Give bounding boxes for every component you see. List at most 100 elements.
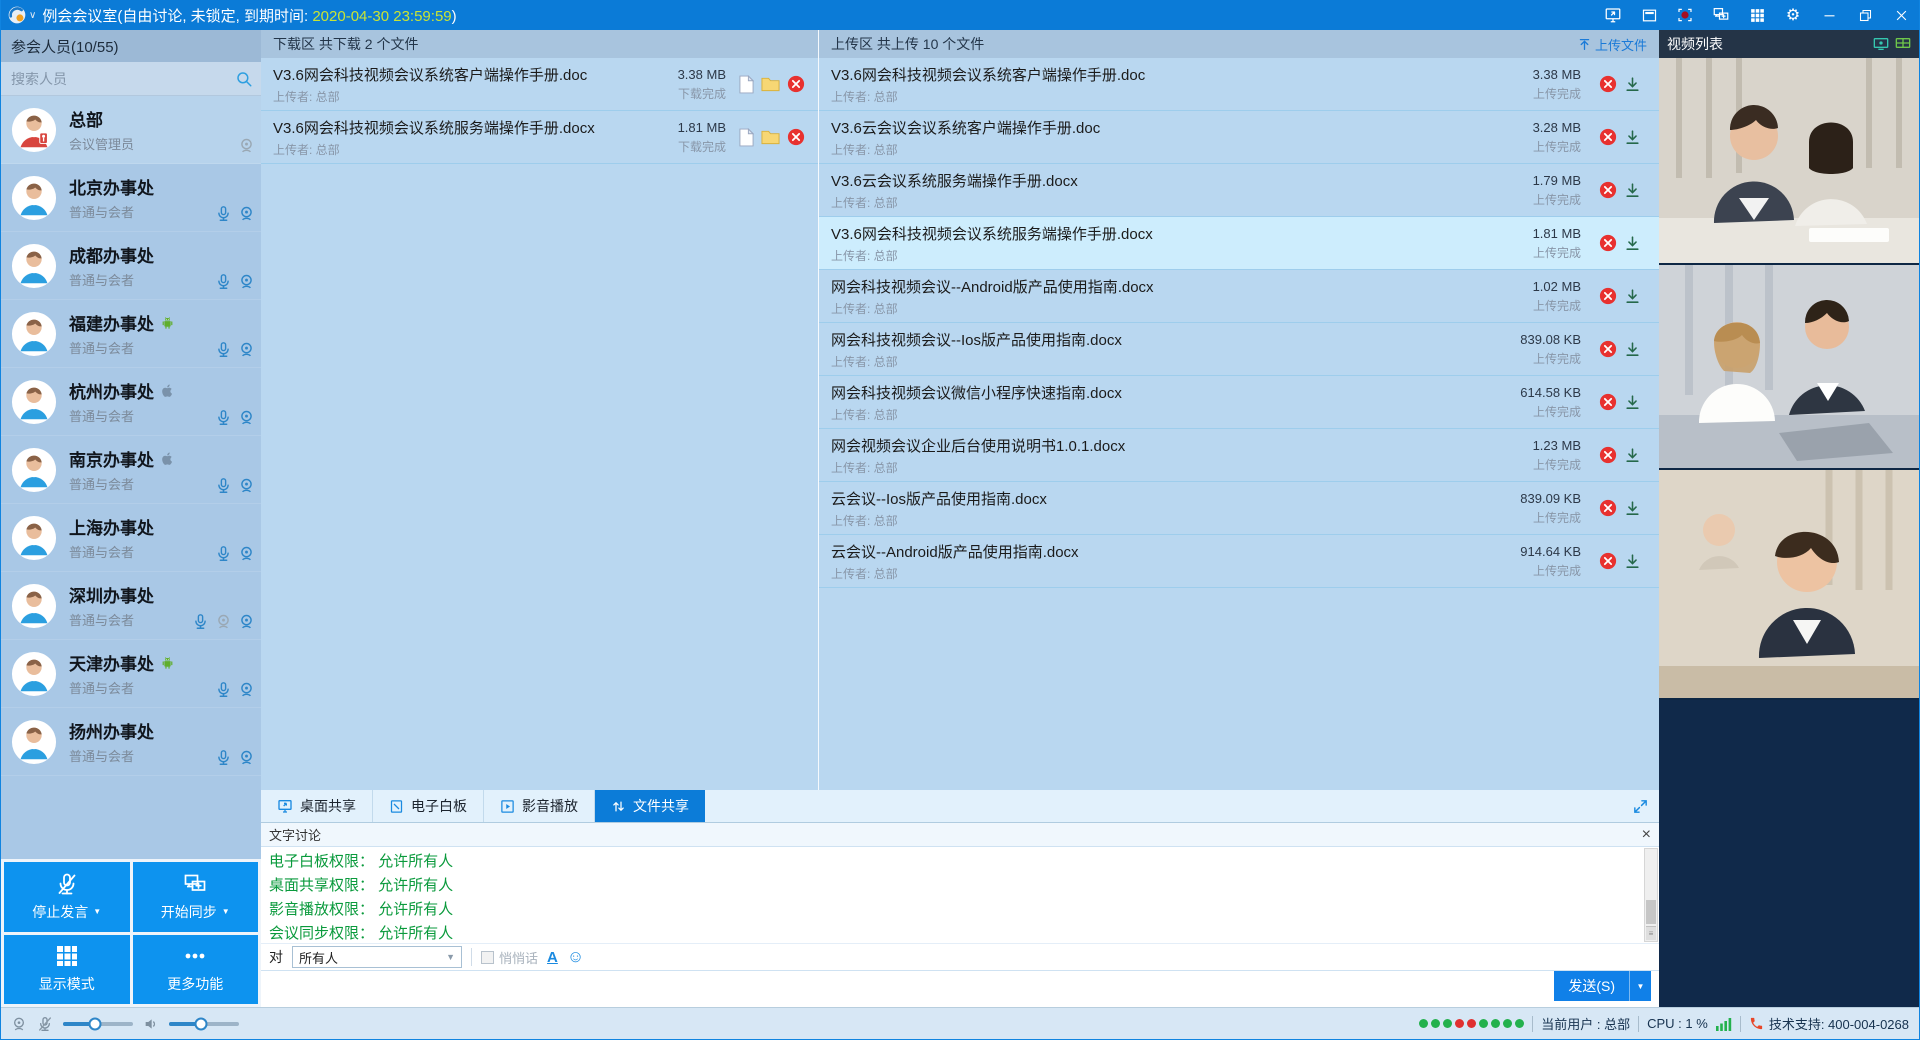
webcam-icon[interactable] <box>238 477 255 494</box>
sync-screens-icon[interactable] <box>1703 0 1739 30</box>
participant-row[interactable]: 南京办事处 普通与会者 <box>1 436 261 504</box>
stop-speaking-button[interactable]: 停止发言▼ <box>4 862 130 932</box>
mic-muted-icon[interactable] <box>37 1016 53 1032</box>
video-thumbnail[interactable] <box>1659 265 1919 470</box>
scrollbar-thumb[interactable] <box>1646 900 1656 924</box>
participant-row[interactable]: 福建办事处 普通与会者 <box>1 300 261 368</box>
scrollbar[interactable]: ≡ <box>1644 848 1658 942</box>
grid-icon[interactable] <box>1739 0 1775 30</box>
download-icon[interactable] <box>1624 500 1641 517</box>
minimize-icon[interactable] <box>1811 0 1847 30</box>
mic-icon[interactable] <box>215 681 232 698</box>
speaker-icon[interactable] <box>143 1016 159 1032</box>
window-mode-icon[interactable] <box>1631 0 1667 30</box>
speaker-volume-slider[interactable] <box>169 1022 239 1026</box>
mic-icon[interactable] <box>215 545 232 562</box>
webcam-icon[interactable] <box>238 613 255 630</box>
video-thumbnail[interactable] <box>1659 58 1919 265</box>
open-file-icon[interactable] <box>739 128 754 147</box>
search-icon[interactable] <box>235 70 253 88</box>
tab-file-share[interactable]: 文件共享 <box>595 790 705 822</box>
delete-icon[interactable] <box>1599 552 1617 570</box>
delete-icon[interactable] <box>1599 234 1617 252</box>
close-icon[interactable]: × <box>1642 827 1651 843</box>
display-mode-button[interactable]: 显示模式 <box>4 935 130 1005</box>
send-button[interactable]: 发送(S) ▼ <box>1554 971 1651 1001</box>
expand-icon[interactable] <box>1632 798 1649 815</box>
delete-icon[interactable] <box>1599 340 1617 358</box>
scrollbar-corner[interactable]: ≡ <box>1646 926 1656 940</box>
screen-share-icon[interactable] <box>1595 0 1631 30</box>
download-icon[interactable] <box>1624 447 1641 464</box>
webcam-icon[interactable] <box>238 681 255 698</box>
delete-icon[interactable] <box>1599 75 1617 93</box>
upload-file-row[interactable]: 网会科技视频会议微信小程序快速指南.docx 上传者: 总部 614.58 KB… <box>819 376 1659 429</box>
font-button[interactable]: A <box>547 949 558 966</box>
open-folder-icon[interactable] <box>761 129 780 145</box>
delete-icon[interactable] <box>787 75 805 93</box>
video-layout-icon[interactable] <box>1873 37 1889 51</box>
tab-media-playback[interactable]: 影音播放 <box>484 790 595 822</box>
participant-row[interactable]: 北京办事处 普通与会者 <box>1 164 261 232</box>
record-icon[interactable] <box>1667 0 1703 30</box>
send-options-arrow[interactable]: ▼ <box>1629 971 1651 1001</box>
participant-row[interactable]: 天津办事处 普通与会者 <box>1 640 261 708</box>
participant-row[interactable]: 扬州办事处 普通与会者 <box>1 708 261 776</box>
download-icon[interactable] <box>1624 235 1641 252</box>
whisper-checkbox[interactable]: 悄悄话 <box>481 948 538 967</box>
upload-file-row[interactable]: 网会科技视频会议--Android版产品使用指南.docx 上传者: 总部 1.… <box>819 270 1659 323</box>
upload-file-row[interactable]: V3.6云会议会议系统客户端操作手册.doc 上传者: 总部 3.28 MB 上… <box>819 111 1659 164</box>
upload-file-row[interactable]: V3.6网会科技视频会议系统服务端操作手册.docx 上传者: 总部 1.81 … <box>819 217 1659 270</box>
upload-file-row[interactable]: 网会科技视频会议--Ios版产品使用指南.docx 上传者: 总部 839.08… <box>819 323 1659 376</box>
emoji-button[interactable]: ☺ <box>567 947 584 967</box>
upload-file-row[interactable]: 云会议--Ios版产品使用指南.docx 上传者: 总部 839.09 KB 上… <box>819 482 1659 535</box>
search-input[interactable] <box>11 71 235 87</box>
upload-file-row[interactable]: V3.6云会议系统服务端操作手册.docx 上传者: 总部 1.79 MB 上传… <box>819 164 1659 217</box>
mic-icon[interactable] <box>215 409 232 426</box>
webcam-status-icon[interactable] <box>11 1016 27 1032</box>
download-icon[interactable] <box>1624 182 1641 199</box>
delete-icon[interactable] <box>1599 499 1617 517</box>
mic-icon[interactable] <box>215 205 232 222</box>
recipient-select[interactable]: 所有人▼ <box>292 946 462 968</box>
upload-file-row[interactable]: V3.6网会科技视频会议系统客户端操作手册.doc 上传者: 总部 3.38 M… <box>819 58 1659 111</box>
open-folder-icon[interactable] <box>761 76 780 92</box>
participant-row[interactable]: 深圳办事处 普通与会者 <box>1 572 261 640</box>
webcam-icon[interactable] <box>238 545 255 562</box>
delete-icon[interactable] <box>1599 287 1617 305</box>
webcam-icon[interactable] <box>238 205 255 222</box>
open-file-icon[interactable] <box>739 75 754 94</box>
download-icon[interactable] <box>1624 76 1641 93</box>
upload-file-button[interactable]: 上传文件 <box>1578 35 1647 54</box>
mic-icon[interactable] <box>192 613 209 630</box>
delete-icon[interactable] <box>1599 393 1617 411</box>
tab-desktop-share[interactable]: 桌面共享 <box>261 790 373 822</box>
start-sync-button[interactable]: 开始同步▼ <box>133 862 259 932</box>
webcam-icon[interactable] <box>238 273 255 290</box>
more-functions-button[interactable]: 更多功能 <box>133 935 259 1005</box>
webcam-off-icon[interactable] <box>238 137 255 154</box>
upload-file-row[interactable]: 云会议--Android版产品使用指南.docx 上传者: 总部 914.64 … <box>819 535 1659 588</box>
mic-icon[interactable] <box>215 477 232 494</box>
tab-whiteboard[interactable]: 电子白板 <box>373 790 484 822</box>
mic-icon[interactable] <box>215 273 232 290</box>
download-icon[interactable] <box>1624 553 1641 570</box>
download-file-row[interactable]: V3.6网会科技视频会议系统服务端操作手册.docx 上传者: 总部 1.81 … <box>261 111 818 164</box>
webcam-icon[interactable] <box>238 749 255 766</box>
webcam-icon[interactable] <box>238 409 255 426</box>
mic-icon[interactable] <box>215 341 232 358</box>
video-wall-icon[interactable] <box>1895 37 1911 51</box>
delete-icon[interactable] <box>787 128 805 146</box>
webcam-off-icon[interactable] <box>215 613 232 630</box>
restore-icon[interactable] <box>1847 0 1883 30</box>
close-icon[interactable] <box>1883 0 1919 30</box>
delete-icon[interactable] <box>1599 128 1617 146</box>
mic-icon[interactable] <box>215 749 232 766</box>
upload-file-row[interactable]: 网会视频会议企业后台使用说明书1.0.1.docx 上传者: 总部 1.23 M… <box>819 429 1659 482</box>
participant-row[interactable]: 杭州办事处 普通与会者 <box>1 368 261 436</box>
message-input[interactable]: 发送(S) ▼ <box>261 971 1659 1007</box>
delete-icon[interactable] <box>1599 446 1617 464</box>
participant-row[interactable]: 总部 会议管理员 <box>1 96 261 164</box>
participant-row[interactable]: 成都办事处 普通与会者 <box>1 232 261 300</box>
video-thumbnail[interactable] <box>1659 470 1919 700</box>
